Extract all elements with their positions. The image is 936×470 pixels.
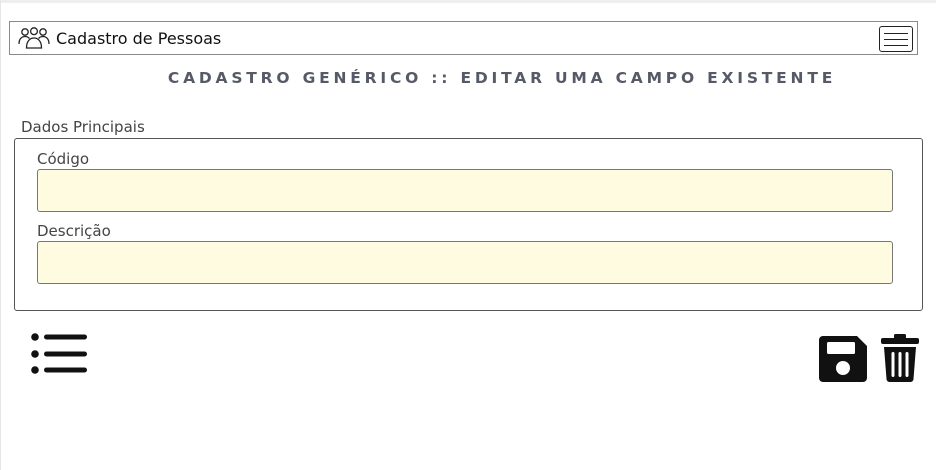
hamburger-menu-icon (884, 33, 908, 34)
users-icon (18, 27, 50, 49)
codigo-input[interactable] (37, 169, 893, 212)
trash-icon (881, 334, 919, 382)
page-title: CADASTRO GENÉRICO :: EDITAR UMA CAMPO EX… (167, 69, 837, 87)
descricao-input[interactable] (37, 241, 893, 284)
main-data-fieldset: Código Descrição (14, 138, 923, 311)
delete-button[interactable] (880, 334, 920, 382)
list-icon (31, 333, 87, 374)
descricao-label: Descrição (37, 222, 111, 240)
list-button[interactable] (30, 333, 88, 375)
fieldset-legend: Dados Principais (21, 118, 145, 136)
hamburger-bar (884, 45, 908, 46)
brand-title[interactable]: Cadastro de Pessoas (56, 29, 221, 48)
floppy-disk-icon (819, 336, 867, 382)
save-button[interactable] (819, 336, 867, 382)
codigo-label: Código (37, 150, 90, 168)
navbar: Cadastro de Pessoas (9, 21, 918, 55)
menu-toggle-button[interactable] (879, 26, 913, 52)
hamburger-bar (884, 39, 908, 40)
top-border (0, 0, 936, 3)
